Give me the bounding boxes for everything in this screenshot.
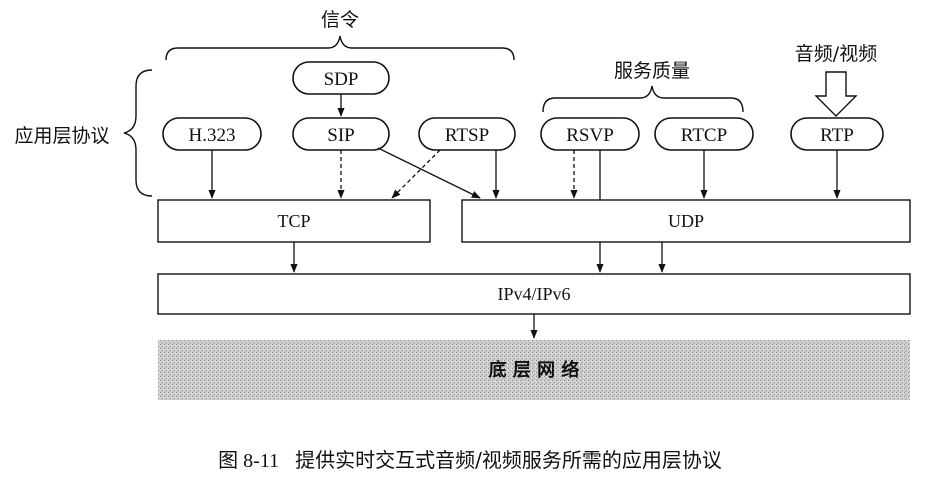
sdp-pill: SDP (292, 61, 390, 95)
h323-label: H.323 (189, 125, 236, 146)
rtsp-label: RTSP (445, 125, 489, 146)
sip-pill: SIP (292, 117, 390, 151)
rtcp-label: RTCP (681, 125, 727, 146)
qos-label: 服务质量 (614, 60, 690, 82)
signaling-brace (165, 35, 515, 61)
sdp-label: SDP (324, 69, 359, 90)
udp-label: UDP (668, 211, 704, 231)
figure-number: 图 8-11 (218, 450, 280, 472)
media-label: 音频/视频 (795, 43, 877, 65)
tcp-label: TCP (277, 211, 310, 231)
rtp-label: RTP (820, 125, 854, 146)
network-band: 底 层 网 络 (158, 340, 910, 400)
h323-pill: H.323 (162, 117, 262, 151)
qos-brace (542, 85, 744, 113)
rsvp-pill: RSVP (540, 117, 640, 151)
ip-label: IPv4/IPv6 (497, 284, 570, 304)
protocol-stack-diagram: 信令 服务质量 音频/视频 应用层协议 SDP H.323 SIP RTSP R… (14, 9, 911, 400)
app-layer-label: 应用层协议 (14, 125, 109, 147)
figure-caption: 图 8-11 提供实时交互式音频/视频服务所需的应用层协议 (0, 444, 940, 473)
udp-box: UDP (461, 199, 911, 243)
tcp-box: TCP (157, 199, 431, 243)
media-arrow (814, 71, 858, 117)
network-label: 底 层 网 络 (489, 359, 580, 381)
app-layer-brace (123, 69, 153, 197)
figure-title: 提供实时交互式音频/视频服务所需的应用层协议 (295, 448, 722, 472)
signaling-label: 信令 (321, 9, 359, 31)
rtp-pill: RTP (790, 117, 884, 151)
sip-label: SIP (327, 125, 354, 146)
arrow-rtsp-tcp (391, 149, 441, 199)
rtsp-pill: RTSP (418, 117, 516, 151)
rsvp-label: RSVP (566, 125, 614, 146)
rtcp-pill: RTCP (654, 117, 754, 151)
arrow-sip-udp (377, 147, 481, 199)
ip-box: IPv4/IPv6 (157, 273, 911, 315)
